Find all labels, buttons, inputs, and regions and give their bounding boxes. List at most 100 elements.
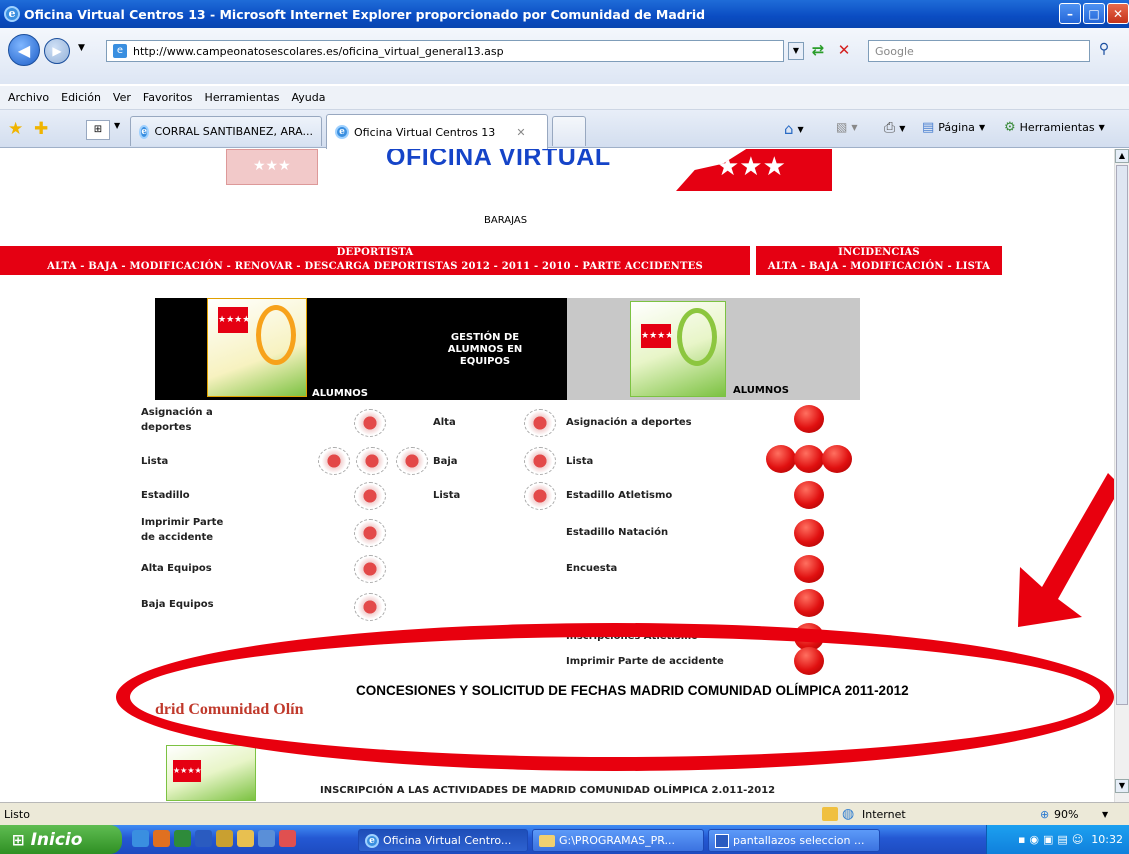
spider-ball-icon[interactable] bbox=[356, 447, 388, 475]
red-ball-icon[interactable] bbox=[822, 445, 852, 473]
left-item-estadillo[interactable]: Estadillo bbox=[141, 488, 190, 503]
app2-quicklaunch-icon[interactable] bbox=[258, 830, 275, 847]
incidencias-header[interactable]: INCIDENCIAS bbox=[756, 246, 1002, 259]
spider-ball-icon[interactable] bbox=[524, 447, 556, 475]
search-input[interactable]: Google bbox=[868, 40, 1090, 62]
tab-close-icon[interactable]: ✕ bbox=[516, 126, 525, 139]
left-item-alta-equipos[interactable]: Alta Equipos bbox=[141, 561, 212, 576]
clock[interactable]: 10:32 bbox=[1091, 833, 1123, 846]
menu-ayuda[interactable]: Ayuda bbox=[291, 91, 325, 104]
red-ball-icon[interactable] bbox=[794, 589, 824, 617]
stop-icon[interactable]: ✕ bbox=[834, 41, 854, 61]
forward-button[interactable]: ▶ bbox=[44, 38, 70, 64]
right-item-lista[interactable]: Lista bbox=[566, 454, 593, 469]
tools-menu[interactable]: ⚙ Herramientas ▼ bbox=[1004, 120, 1105, 135]
middle-item-alta[interactable]: Alta bbox=[433, 415, 456, 430]
app3-quicklaunch-icon[interactable] bbox=[279, 830, 296, 847]
taskbar-item-word[interactable]: pantallazos seleccion ... bbox=[708, 829, 880, 852]
address-field[interactable]: e http://www.campeonatosescolares.es/ofi… bbox=[106, 40, 784, 62]
menu-ver[interactable]: Ver bbox=[113, 91, 131, 104]
tray-messenger-icon[interactable]: ☺ bbox=[1072, 833, 1083, 846]
close-button[interactable]: ✕ bbox=[1107, 3, 1129, 24]
minimize-button[interactable]: – bbox=[1059, 3, 1081, 24]
mco-logo[interactable]: ★★★★ bbox=[166, 745, 256, 801]
zoom-level[interactable]: 90% bbox=[1054, 808, 1078, 821]
ie-quicklaunch-icon[interactable] bbox=[132, 830, 149, 847]
red-ball-icon[interactable] bbox=[794, 405, 824, 433]
maximize-button[interactable]: □ bbox=[1083, 3, 1105, 24]
favorites-star-icon[interactable]: ★ bbox=[8, 119, 23, 139]
red-ball-icon[interactable] bbox=[794, 519, 824, 547]
media-quicklaunch-icon[interactable] bbox=[153, 830, 170, 847]
tray-network-icon[interactable]: ▪ bbox=[1018, 833, 1025, 846]
inscripcion-link[interactable]: INSCRIPCIÓN A LAS ACTIVIDADES DE MADRID … bbox=[320, 785, 775, 796]
scroll-down-icon[interactable]: ▼ bbox=[1115, 779, 1129, 793]
feeds-icon[interactable]: ▧ ▼ bbox=[836, 120, 858, 134]
red-ball-icon[interactable] bbox=[794, 445, 824, 473]
zoom-dropdown-icon[interactable]: ▼ bbox=[1102, 810, 1108, 819]
zoom-icon[interactable]: ⊕ bbox=[1040, 808, 1049, 821]
taskbar-item-label: G:\PROGRAMAS_PR... bbox=[559, 834, 675, 847]
alumnos-ies-logo[interactable]: ★★★★ bbox=[207, 298, 307, 397]
refresh-icon[interactable]: ⇄ bbox=[808, 41, 828, 61]
left-item-lista[interactable]: Lista bbox=[141, 454, 168, 469]
tray-app-icon[interactable]: ▤ bbox=[1057, 833, 1067, 846]
red-ball-icon[interactable] bbox=[794, 481, 824, 509]
spider-ball-icon[interactable] bbox=[318, 447, 350, 475]
right-item-estadillo-natacion[interactable]: Estadillo Natación bbox=[566, 525, 668, 540]
spider-ball-icon[interactable] bbox=[354, 519, 386, 547]
spider-ball-icon[interactable] bbox=[396, 447, 428, 475]
tab-corral[interactable]: e CORRAL SANTIBANEZ, ARA... bbox=[130, 116, 322, 146]
print-icon[interactable]: ⎙ ▼ bbox=[884, 120, 905, 136]
tray-antivirus-icon[interactable]: ◉ bbox=[1029, 833, 1039, 846]
app-quicklaunch-icon[interactable] bbox=[216, 830, 233, 847]
middle-item-lista[interactable]: Lista bbox=[433, 488, 460, 503]
word-quicklaunch-icon[interactable] bbox=[195, 830, 212, 847]
middle-item-baja[interactable]: Baja bbox=[433, 454, 458, 469]
folder-quicklaunch-icon[interactable] bbox=[237, 830, 254, 847]
red-ball-icon[interactable] bbox=[794, 555, 824, 583]
spider-ball-icon[interactable] bbox=[354, 593, 386, 621]
home-icon[interactable]: ⌂ ▼ bbox=[784, 120, 804, 138]
spider-ball-icon[interactable] bbox=[354, 555, 386, 583]
right-item-encuesta[interactable]: Encuesta bbox=[566, 561, 617, 576]
right-item-asignacion[interactable]: Asignación a deportes bbox=[566, 415, 692, 430]
address-dropdown-icon[interactable]: ▼ bbox=[788, 42, 804, 60]
scroll-up-icon[interactable]: ▲ bbox=[1115, 149, 1129, 163]
spider-ball-icon[interactable] bbox=[354, 482, 386, 510]
menu-herramientas[interactable]: Herramientas bbox=[205, 91, 280, 104]
quick-tabs-icon[interactable]: ⊞ bbox=[86, 120, 110, 140]
add-favorites-icon[interactable]: ✚ bbox=[34, 119, 48, 139]
back-button[interactable]: ◀ bbox=[8, 34, 40, 66]
menu-favoritos[interactable]: Favoritos bbox=[143, 91, 193, 104]
concesiones-link[interactable]: CONCESIONES Y SOLICITUD DE FECHAS MADRID… bbox=[356, 683, 909, 698]
incidencias-links[interactable]: ALTA - BAJA - MODIFICACIÓN - LISTA bbox=[756, 259, 1002, 275]
tab-list-dropdown-icon[interactable]: ▼ bbox=[114, 121, 120, 130]
page-menu[interactable]: ▤ Página ▼ bbox=[922, 120, 985, 135]
spider-ball-icon[interactable] bbox=[524, 409, 556, 437]
tab-oficina[interactable]: e Oficina Virtual Centros 13 ✕ bbox=[326, 114, 548, 149]
deportista-header[interactable]: DEPORTISTA bbox=[0, 246, 750, 259]
scroll-thumb[interactable] bbox=[1116, 165, 1128, 705]
taskbar-item-folder[interactable]: G:\PROGRAMAS_PR... bbox=[532, 829, 704, 852]
spider-ball-icon[interactable] bbox=[354, 409, 386, 437]
ie-task-icon: e bbox=[365, 833, 379, 848]
search-icon[interactable]: ⚲ bbox=[1094, 41, 1114, 61]
excel-quicklaunch-icon[interactable] bbox=[174, 830, 191, 847]
spider-ball-icon[interactable] bbox=[524, 482, 556, 510]
deportista-links[interactable]: ALTA - BAJA - MODIFICACIÓN - RENOVAR - D… bbox=[0, 259, 750, 275]
menu-edicion[interactable]: Edición bbox=[61, 91, 101, 104]
vertical-scrollbar[interactable]: ▲ ▼ bbox=[1114, 149, 1129, 802]
left-item-baja-equipos[interactable]: Baja Equipos bbox=[141, 597, 214, 612]
start-button[interactable]: ⊞ Inicio bbox=[0, 825, 122, 854]
taskbar-item-oficina[interactable]: e Oficina Virtual Centro... bbox=[358, 829, 528, 852]
tray-monitor-icon[interactable]: ▣ bbox=[1043, 833, 1053, 846]
new-tab-button[interactable] bbox=[552, 116, 586, 146]
history-dropdown-icon[interactable]: ▼ bbox=[78, 43, 85, 53]
right-item-estadillo-atletismo[interactable]: Estadillo Atletismo bbox=[566, 488, 672, 503]
red-ball-icon[interactable] bbox=[766, 445, 796, 473]
left-item-imprimir[interactable]: Imprimir Parte de accidente bbox=[141, 515, 231, 545]
alumnos-green-logo[interactable]: ★★★★ bbox=[630, 301, 726, 397]
menu-archivo[interactable]: Archivo bbox=[8, 91, 49, 104]
left-item-asignacion[interactable]: Asignación a deportes bbox=[141, 405, 221, 435]
